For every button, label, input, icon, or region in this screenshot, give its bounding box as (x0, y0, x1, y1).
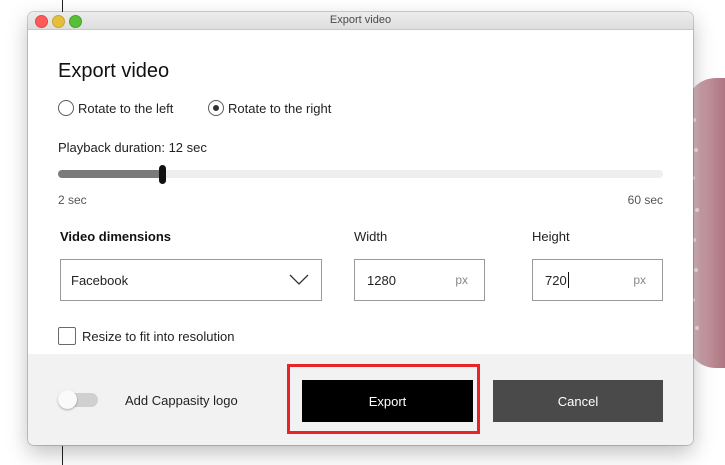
height-input[interactable]: 720 px (532, 259, 663, 301)
rotate-right-option[interactable]: Rotate to the right (208, 100, 331, 116)
dialog-footer: Add Cappasity logo Export Cancel (28, 354, 693, 445)
playback-duration-slider[interactable] (58, 165, 663, 184)
rotate-left-option[interactable]: Rotate to the left (58, 100, 173, 116)
chevron-down-icon (289, 274, 309, 289)
rotate-right-label: Rotate to the right (228, 100, 332, 116)
width-value: 1280 (367, 272, 396, 288)
title-bar[interactable]: Export video (28, 12, 693, 30)
rotate-left-radio[interactable] (58, 100, 74, 116)
export-button[interactable]: Export (302, 380, 473, 422)
cappasity-logo-label: Add Cappasity logo (125, 393, 238, 408)
window-title: Export video (329, 14, 392, 26)
height-unit: px (633, 273, 646, 287)
toggle-knob (58, 390, 77, 409)
cancel-button[interactable]: Cancel (493, 380, 663, 422)
background-divider-bottom (62, 446, 63, 465)
playback-duration-label: Playback duration: 12 sec (58, 140, 207, 155)
preset-selected-value: Facebook (71, 272, 129, 288)
slider-fill (58, 170, 163, 178)
dialog-content: Export video Rotate to the left Rotate t… (28, 30, 693, 354)
height-value: 720 (545, 272, 567, 288)
rotate-right-radio[interactable] (208, 100, 224, 116)
resize-label: Resize to fit into resolution (82, 328, 235, 344)
slider-max-label: 60 sec (627, 193, 663, 207)
rotate-left-label: Rotate to the left (78, 100, 174, 116)
text-cursor (567, 272, 569, 288)
height-label: Height (532, 229, 570, 244)
dimensions-preset-select[interactable]: Facebook (60, 259, 322, 301)
width-label: Width (354, 229, 388, 244)
slider-thumb[interactable] (159, 165, 167, 184)
cappasity-logo-toggle[interactable] (58, 390, 98, 409)
resize-checkbox[interactable] (58, 327, 76, 345)
slider-min-label: 2 sec (58, 193, 87, 207)
export-video-window: Export video Export video Rotate to the … (28, 12, 693, 445)
width-input[interactable]: 1280 px (354, 259, 485, 301)
video-dimensions-label: Video dimensions (60, 229, 172, 244)
dialog-heading: Export video (58, 60, 170, 82)
width-unit: px (455, 273, 468, 287)
resize-option[interactable]: Resize to fit into resolution (58, 327, 234, 345)
